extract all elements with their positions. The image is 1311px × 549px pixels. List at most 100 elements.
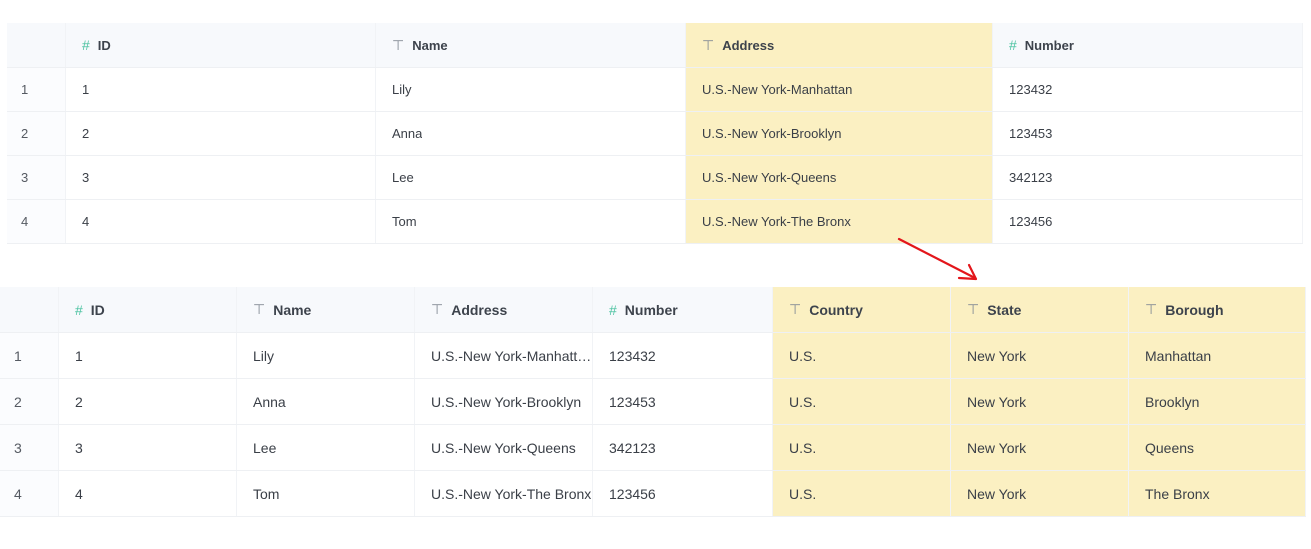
column-header-number[interactable]: # Number xyxy=(593,287,773,332)
cell-text: 4 xyxy=(75,485,83,502)
cell-text: U.S. xyxy=(789,485,817,502)
cell-borough[interactable]: Queens xyxy=(1129,425,1306,470)
cell-text: New York xyxy=(967,347,1027,364)
cell-state[interactable]: New York xyxy=(951,379,1129,424)
cell-text: 123456 xyxy=(1009,214,1053,229)
cell-number[interactable]: 123456 xyxy=(993,200,1303,243)
cell-address[interactable]: U.S.-New York-Brooklyn xyxy=(415,379,593,424)
cell-address[interactable]: U.S.-New York-Queens xyxy=(686,156,993,199)
cell-address[interactable]: U.S.-New York-The Bronx xyxy=(415,471,593,516)
hash-icon: # xyxy=(82,37,90,53)
table-row[interactable]: 3 3 Lee U.S.-New York-Queens 342123 U.S.… xyxy=(0,425,1306,471)
cell-name[interactable]: Tom xyxy=(237,471,415,516)
table-row[interactable]: 4 4 Tom U.S.-New York-The Bronx 123456 U… xyxy=(0,471,1306,517)
cell-id[interactable]: 4 xyxy=(59,471,237,516)
cell-text: U.S.-New York-Queens xyxy=(431,439,576,456)
row-number: 1 xyxy=(7,68,66,111)
cell-text: U.S.-New York-Brooklyn xyxy=(702,126,842,141)
cell-text: 2 xyxy=(75,393,83,410)
table-row[interactable]: 1 1 Lily U.S.-New York-Manhattan 123432 xyxy=(7,68,1303,112)
column-header-name[interactable]: ⊤ Name xyxy=(376,23,686,67)
cell-id[interactable]: 4 xyxy=(66,200,376,243)
cell-state[interactable]: New York xyxy=(951,471,1129,516)
cell-address[interactable]: U.S.-New York-Queens xyxy=(415,425,593,470)
row-number: 3 xyxy=(7,156,66,199)
table-row[interactable]: 4 4 Tom U.S.-New York-The Bronx 123456 xyxy=(7,200,1303,244)
column-header-borough[interactable]: ⊤ Borough xyxy=(1129,287,1306,332)
text-type-icon: ⊤ xyxy=(1145,301,1158,317)
cell-number[interactable]: 342123 xyxy=(993,156,1303,199)
cell-state[interactable]: New York xyxy=(951,333,1129,378)
cell-text: U.S.-New York-Brooklyn xyxy=(431,393,582,410)
cell-address[interactable]: U.S.-New York-Manhattan xyxy=(415,333,593,378)
cell-name[interactable]: Lee xyxy=(237,425,415,470)
cell-number[interactable]: 123432 xyxy=(993,68,1303,111)
cell-state[interactable]: New York xyxy=(951,425,1129,470)
cell-borough[interactable]: The Bronx xyxy=(1129,471,1306,516)
column-header-number[interactable]: # Number xyxy=(993,23,1303,67)
column-header-address[interactable]: ⊤ Address xyxy=(415,287,593,332)
column-header-id[interactable]: # ID xyxy=(59,287,237,332)
column-header-label: Number xyxy=(624,301,678,318)
cell-id[interactable]: 2 xyxy=(66,112,376,155)
cell-address[interactable]: U.S.-New York-Manhattan xyxy=(686,68,993,111)
column-header-id[interactable]: # ID xyxy=(66,23,376,67)
cell-number[interactable]: 123453 xyxy=(593,379,773,424)
cell-text: U.S.-New York-The Bronx xyxy=(431,485,592,502)
cell-text: New York xyxy=(967,485,1027,502)
cell-address[interactable]: U.S.-New York-Brooklyn xyxy=(686,112,993,155)
cell-text: 4 xyxy=(82,214,90,229)
table-row[interactable]: 3 3 Lee U.S.-New York-Queens 342123 xyxy=(7,156,1303,200)
text-type-icon: ⊤ xyxy=(967,301,980,317)
table-row[interactable]: 1 1 Lily U.S.-New York-Manhattan 123432 … xyxy=(0,333,1306,379)
table-row[interactable]: 2 2 Anna U.S.-New York-Brooklyn 123453 xyxy=(7,112,1303,156)
cell-name[interactable]: Tom xyxy=(376,200,686,243)
cell-country[interactable]: U.S. xyxy=(773,379,951,424)
cell-name[interactable]: Anna xyxy=(376,112,686,155)
cell-number[interactable]: 123456 xyxy=(593,471,773,516)
column-header-name[interactable]: ⊤ Name xyxy=(237,287,415,332)
cell-id[interactable]: 2 xyxy=(59,379,237,424)
result-table: # ID ⊤ Name ⊤ Address # Number ⊤ Country… xyxy=(0,287,1306,517)
cell-id[interactable]: 1 xyxy=(66,68,376,111)
column-header-address[interactable]: ⊤ Address xyxy=(686,23,993,67)
source-table: # ID ⊤ Name ⊤ Address # Number 1 1 Lily … xyxy=(7,23,1303,244)
cell-text: 1 xyxy=(75,347,83,364)
text-type-icon: ⊤ xyxy=(253,301,266,317)
cell-id[interactable]: 1 xyxy=(59,333,237,378)
cell-country[interactable]: U.S. xyxy=(773,333,951,378)
cell-text: Lily xyxy=(392,82,412,97)
cell-number[interactable]: 123432 xyxy=(593,333,773,378)
column-header-label: Address xyxy=(722,37,775,53)
cell-number[interactable]: 342123 xyxy=(593,425,773,470)
cell-id[interactable]: 3 xyxy=(66,156,376,199)
cell-text: 342123 xyxy=(609,439,656,456)
cell-text: U.S. xyxy=(789,439,817,456)
cell-id[interactable]: 3 xyxy=(59,425,237,470)
row-number: 1 xyxy=(0,333,59,378)
column-header-state[interactable]: ⊤ State xyxy=(951,287,1129,332)
cell-name[interactable]: Anna xyxy=(237,379,415,424)
cell-text: 123453 xyxy=(609,393,656,410)
cell-country[interactable]: U.S. xyxy=(773,425,951,470)
cell-name[interactable]: Lily xyxy=(237,333,415,378)
table-header-row: # ID ⊤ Name ⊤ Address # Number xyxy=(7,23,1303,68)
cell-number[interactable]: 123453 xyxy=(993,112,1303,155)
cell-text: New York xyxy=(967,393,1027,410)
cell-text: 123432 xyxy=(609,347,656,364)
column-header-label: Country xyxy=(809,301,863,318)
cell-borough[interactable]: Brooklyn xyxy=(1129,379,1306,424)
column-header-label: State xyxy=(987,301,1022,318)
cell-country[interactable]: U.S. xyxy=(773,471,951,516)
cell-name[interactable]: Lee xyxy=(376,156,686,199)
column-header-country[interactable]: ⊤ Country xyxy=(773,287,951,332)
hash-icon: # xyxy=(609,301,617,318)
cell-borough[interactable]: Manhattan xyxy=(1129,333,1306,378)
cell-text: 342123 xyxy=(1009,170,1053,185)
table-row[interactable]: 2 2 Anna U.S.-New York-Brooklyn 123453 U… xyxy=(0,379,1306,425)
cell-text: Tom xyxy=(253,485,280,502)
cell-name[interactable]: Lily xyxy=(376,68,686,111)
column-header-label: Address xyxy=(451,301,508,318)
table-header-row: # ID ⊤ Name ⊤ Address # Number ⊤ Country… xyxy=(0,287,1306,333)
row-number-header xyxy=(0,287,59,332)
